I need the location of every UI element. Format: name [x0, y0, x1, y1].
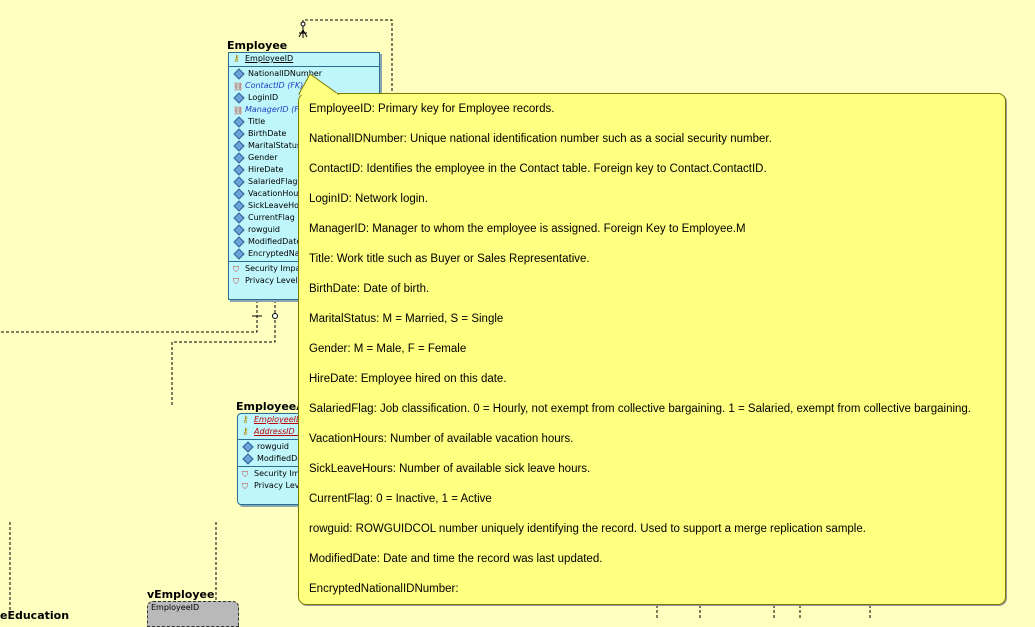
attribute-icon [233, 248, 245, 260]
employee-attribute-label: ContactID (FK) [245, 81, 304, 90]
employee-attribute-label: Title [248, 117, 266, 126]
tooltip-description-line: ModifiedDate: Date and time the record w… [309, 553, 603, 565]
employee-address-key-label: EmployeeID ( [254, 415, 301, 424]
vemployee-view[interactable]: EmployeeID [147, 601, 239, 627]
tooltip-description-line: SalariedFlag: Job classification. 0 = Ho… [309, 403, 972, 415]
employee-education-entity-title: eEducation [0, 609, 70, 622]
vemployee-field-label: EmployeeID [151, 603, 200, 612]
employee-address-attr-row[interactable]: ModifiedDate [238, 453, 300, 465]
optional-circle-marker [300, 21, 306, 27]
employee-address-key-row[interactable]: ⚷ EmployeeID ( [238, 414, 300, 426]
employee-attribute-label: rowguid [248, 225, 280, 234]
tooltip-description-line: EmployeeID: Primary key for Employee rec… [309, 103, 555, 115]
employee-address-entity[interactable]: ⚷ EmployeeID ( ⚷ AddressID (F rowguid Mo… [237, 413, 301, 505]
privacy-icon: ⛉ [242, 481, 248, 491]
security-icon: ⛉ [233, 264, 239, 274]
zero-marker [272, 313, 278, 319]
privacy-icon: ⛉ [233, 276, 239, 286]
employee-left-relationship-line [0, 300, 258, 333]
security-impact-label: Security Impac [254, 469, 300, 478]
attribute-icon [233, 128, 245, 140]
employee-attribute-row[interactable]: ⛓ ContactID (FK) [229, 80, 379, 92]
attribute-icon [233, 92, 245, 104]
employee-address-entity-title: EmployeeA [236, 400, 305, 413]
employee-entity-title: Employee [227, 39, 288, 52]
employee-attribute-label: BirthDate [248, 129, 287, 138]
employee-address-security-row[interactable]: ⛉ Security Impac [238, 468, 300, 480]
tooltip-description-line: LoginID: Network login. [309, 193, 428, 205]
attribute-icon [233, 236, 245, 248]
attribute-icon [233, 116, 245, 128]
employee-attribute-label: ModifiedDate [248, 237, 302, 246]
foreign-key-icon: ⛓ [233, 105, 244, 115]
tooltip-description-line: rowguid: ROWGUIDCOL number uniquely iden… [309, 523, 866, 535]
attribute-icon [233, 152, 245, 164]
employee-attribute-label: NationalIDNumber [248, 69, 322, 78]
employee-pk-row[interactable]: ⚷ EmployeeID [229, 53, 379, 65]
key-icon: ⚷ [233, 53, 240, 64]
attribute-label: ModifiedDate [257, 454, 300, 463]
employee-address-attr-row[interactable]: rowguid [238, 441, 300, 453]
employee-attribute-label: Gender [248, 153, 278, 162]
employee-attribute-label: HireDate [248, 165, 284, 174]
entity-divider [238, 466, 300, 467]
vemployee-view-title: vEmployee [147, 588, 215, 601]
tooltip-description-line: VacationHours: Number of available vacat… [309, 433, 574, 445]
column-description-tooltip: EmployeeID: Primary key for Employee rec… [298, 93, 1006, 605]
attribute-icon [233, 176, 245, 188]
employee-attribute-row[interactable]: NationalIDNumber [229, 68, 379, 80]
tooltip-description-line: Gender: M = Male, F = Female [309, 343, 467, 355]
tooltip-description-line: Title: Work title such as Buyer or Sales… [309, 253, 590, 265]
attribute-icon [233, 164, 245, 176]
security-icon: ⛉ [242, 469, 248, 479]
tooltip-description-line: ManagerID: Manager to whom the employee … [309, 223, 746, 235]
employee-attribute-label: CurrentFlag [248, 213, 295, 222]
employee-address-key-label: AddressID (F [254, 427, 301, 436]
attribute-icon [233, 224, 245, 236]
privacy-level-label: Privacy Level: [254, 481, 300, 490]
foreign-key-icon: ⛓ [233, 81, 244, 91]
tooltip-description-line: ContactID: Identifies the employee in th… [309, 163, 767, 175]
entity-divider [229, 66, 379, 67]
key-icon: ⚷ [242, 414, 249, 425]
entity-divider [238, 439, 300, 440]
attribute-icon [233, 140, 245, 152]
tooltip-description-line: SickLeaveHours: Number of available sick… [309, 463, 591, 475]
tooltip-description-line: EncryptedNationalIDNumber: [309, 583, 459, 595]
attribute-icon [233, 200, 245, 212]
privacy-level-label: Privacy Level: [245, 276, 301, 285]
attribute-icon [233, 212, 245, 224]
employee-address-privacy-row[interactable]: ⛉ Privacy Level: [238, 480, 300, 492]
tooltip-description-line: MaritalStatus: M = Married, S = Single [309, 313, 504, 325]
tooltip-description-line: BirthDate: Date of birth. [309, 283, 430, 295]
attribute-icon [233, 68, 245, 80]
employee-attribute-label: SalariedFlag [248, 177, 298, 186]
attribute-icon [242, 441, 254, 453]
key-icon: ⚷ [242, 426, 249, 437]
tooltip-description-line: NationalIDNumber: Unique national identi… [309, 133, 772, 145]
employee-attribute-label: MaritalStatus [248, 141, 302, 150]
attribute-icon [233, 188, 245, 200]
diagram-canvas[interactable]: Employee ⚷ EmployeeID NationalIDNumber ⛓ C… [0, 0, 1035, 627]
tooltip-description-line: CurrentFlag: 0 = Inactive, 1 = Active [309, 493, 492, 505]
employee-attribute-label: LoginID [248, 93, 279, 102]
attribute-label: rowguid [257, 442, 289, 451]
employee-address-key-row[interactable]: ⚷ AddressID (F [238, 426, 300, 438]
tooltip-description-line: HireDate: Employee hired on this date. [309, 373, 507, 385]
attribute-icon [242, 453, 254, 465]
vemployee-field-row[interactable]: EmployeeID [148, 602, 238, 614]
employee-pk-label: EmployeeID [245, 54, 294, 63]
